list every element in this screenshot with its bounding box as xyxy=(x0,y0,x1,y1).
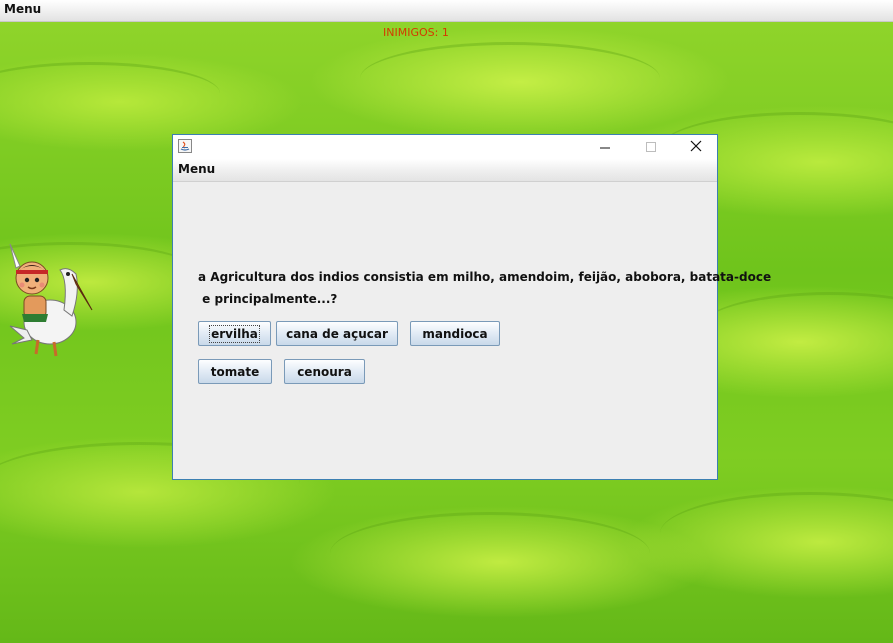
java-app-icon xyxy=(178,139,192,153)
answer-label: cana de açucar xyxy=(286,326,388,341)
answer-label: cenoura xyxy=(297,364,352,379)
question-dialog: Menu a Agricultura dos indios consistia … xyxy=(172,134,771,480)
maximize-icon[interactable] xyxy=(641,138,661,156)
hill-decoration xyxy=(360,42,660,115)
hill-decoration xyxy=(0,62,220,125)
dialog-menubar: Menu xyxy=(173,159,717,182)
player-character xyxy=(9,243,93,357)
answer-button-cenoura[interactable]: cenoura xyxy=(284,359,365,384)
question-text: a Agricultura dos indios consistia em mi… xyxy=(198,266,771,310)
dialog-menu[interactable]: Menu xyxy=(178,162,215,176)
answer-button-cana-de-acucar[interactable]: cana de açucar xyxy=(276,321,398,346)
question-line-1: a Agricultura dos indios consistia em mi… xyxy=(198,270,772,284)
answer-button-mandioca[interactable]: mandioca xyxy=(410,321,500,346)
answer-label: tomate xyxy=(210,364,260,379)
app-menubar: Menu xyxy=(0,0,893,22)
enemy-counter: INIMIGOS: 1 xyxy=(383,26,449,39)
answer-button-tomate[interactable]: tomate xyxy=(198,359,272,384)
minimize-icon[interactable] xyxy=(595,138,615,156)
answer-label: mandioca xyxy=(422,326,488,341)
close-icon[interactable] xyxy=(686,138,706,156)
hill-decoration xyxy=(660,492,893,575)
question-line-2: e principalmente...? xyxy=(198,292,338,306)
dialog-titlebar[interactable] xyxy=(173,135,717,159)
app-menu[interactable]: Menu xyxy=(4,2,41,16)
answer-button-ervilha[interactable]: ervilha xyxy=(198,321,271,346)
hill-decoration xyxy=(330,512,650,595)
answer-label: ervilha xyxy=(209,324,260,343)
